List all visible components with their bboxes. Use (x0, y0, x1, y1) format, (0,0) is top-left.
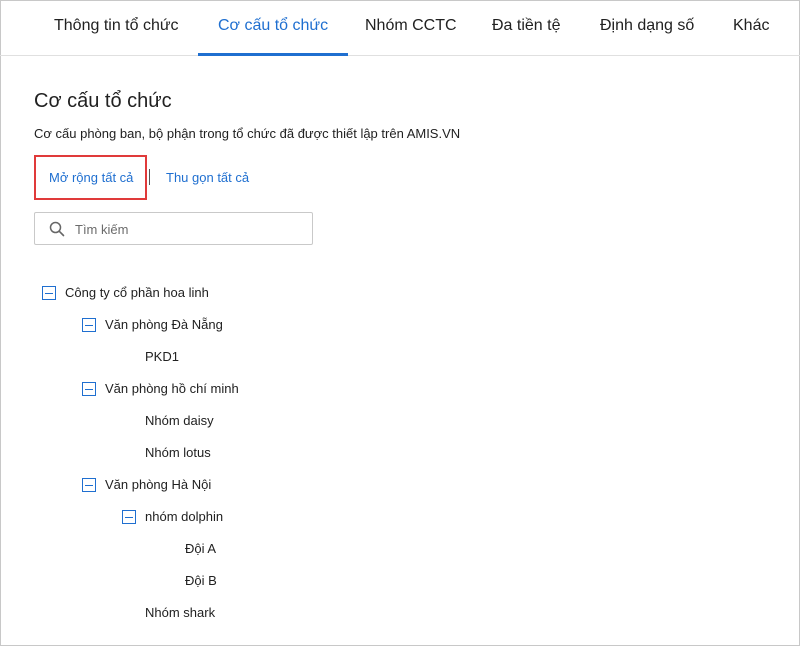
tree-node-ha-noi[interactable]: Văn phòng Hà Nội (105, 475, 211, 495)
tab-co-cau-to-chuc[interactable]: Cơ cấu tổ chức (197, 0, 349, 56)
tree-node-doi-b[interactable]: Đội B (185, 571, 217, 591)
search-input[interactable] (75, 219, 305, 239)
tab-da-tien-te[interactable]: Đa tiền tệ (492, 0, 560, 56)
collapse-toggle-icon[interactable] (42, 286, 56, 300)
tab-thong-tin-to-chuc[interactable]: Thông tin tổ chức (54, 0, 179, 56)
collapse-toggle-icon[interactable] (122, 510, 136, 524)
search-icon (49, 221, 65, 237)
collapse-toggle-icon[interactable] (82, 478, 96, 492)
tab-dinh-dang-so[interactable]: Định dạng số (600, 0, 694, 56)
action-separator (149, 169, 150, 185)
tree-node-root[interactable]: Công ty cổ phần hoa linh (65, 283, 209, 303)
collapse-toggle-icon[interactable] (82, 382, 96, 396)
page-description: Cơ cấu phòng ban, bộ phận trong tổ chức … (34, 126, 461, 141)
tree-node-pkd1[interactable]: PKD1 (145, 347, 179, 367)
expand-all-link[interactable]: Mở rộng tất cả (49, 170, 133, 185)
tree-node-daisy[interactable]: Nhóm daisy (145, 411, 214, 431)
tab-khac[interactable]: Khác (733, 0, 769, 56)
tree-node-lotus[interactable]: Nhóm lotus (145, 443, 211, 463)
tree-node-da-nang[interactable]: Văn phòng Đà Nẵng (105, 315, 223, 335)
collapse-toggle-icon[interactable] (82, 318, 96, 332)
tree-node-shark[interactable]: Nhóm shark (145, 603, 215, 623)
tree-node-hcm[interactable]: Văn phòng hồ chí minh (105, 379, 239, 399)
tab-bar: Thông tin tổ chức Cơ cấu tổ chức Nhóm CC… (0, 0, 800, 56)
tab-nhom-cctc[interactable]: Nhóm CCTC (365, 0, 457, 56)
tree-node-dolphin[interactable]: nhóm dolphin (145, 507, 223, 527)
collapse-all-link[interactable]: Thu gọn tất cả (166, 170, 249, 185)
search-box (34, 212, 313, 245)
page-title: Cơ cấu tổ chức (34, 90, 172, 112)
tree-node-doi-a[interactable]: Đội A (185, 539, 216, 559)
